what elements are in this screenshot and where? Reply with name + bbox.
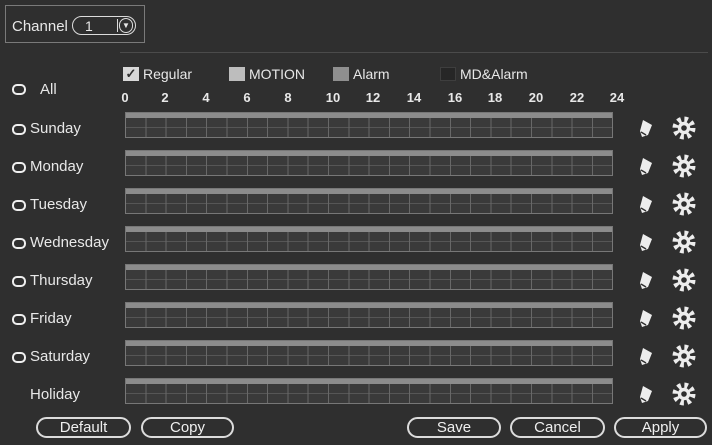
gear-icon[interactable] (672, 344, 696, 368)
day-label: Saturday (30, 348, 91, 365)
alarm-swatch (333, 67, 349, 81)
day-label: Thursday (30, 272, 93, 289)
hour-tick: 10 (325, 90, 341, 105)
hour-tick: 12 (365, 90, 381, 105)
pencil-icon[interactable] (638, 117, 656, 139)
pencil-icon[interactable] (638, 193, 656, 215)
day-label: Sunday (30, 120, 81, 137)
day-radio[interactable] (12, 200, 26, 211)
hour-tick: 6 (243, 90, 251, 105)
gear-icon[interactable] (672, 192, 696, 216)
hour-tick: 14 (406, 90, 422, 105)
pencil-icon[interactable] (638, 269, 656, 291)
gear-icon[interactable] (672, 230, 696, 254)
channel-label: Channel (12, 18, 68, 35)
schedule-timebar[interactable] (125, 340, 613, 366)
legend-md-alarm-label: MD&Alarm (460, 66, 528, 82)
schedule-timebar[interactable] (125, 302, 613, 328)
hour-tick: 18 (487, 90, 503, 105)
checkbox-checked-icon[interactable]: ✓ (123, 67, 139, 81)
save-button[interactable]: Save (407, 417, 501, 438)
day-label: Wednesday (30, 234, 109, 251)
schedule-timebar[interactable] (125, 150, 613, 176)
schedule-timebar[interactable] (125, 188, 613, 214)
pencil-icon[interactable] (638, 155, 656, 177)
pencil-icon[interactable] (638, 231, 656, 253)
day-label: Holiday (30, 386, 81, 403)
hour-tick: 24 (609, 90, 625, 105)
hour-tick: 22 (569, 90, 585, 105)
hour-tick: 8 (284, 90, 292, 105)
day-radio[interactable] (12, 238, 26, 249)
default-button[interactable]: Default (36, 417, 131, 438)
schedule-timebar[interactable] (125, 112, 613, 138)
copy-button[interactable]: Copy (141, 417, 234, 438)
hour-tick: 4 (202, 90, 210, 105)
pencil-icon[interactable] (638, 345, 656, 367)
channel-select[interactable]: 1 ▼ (72, 16, 136, 35)
cancel-button[interactable]: Cancel (510, 417, 605, 438)
md-alarm-swatch (440, 67, 456, 81)
hour-tick: 20 (528, 90, 544, 105)
hour-tick: 16 (447, 90, 463, 105)
pencil-icon[interactable] (638, 383, 656, 405)
pencil-icon[interactable] (638, 307, 656, 329)
channel-panel: Channel 1 ▼ (5, 5, 145, 43)
schedule-timebar[interactable] (125, 226, 613, 252)
schedule-timebar[interactable] (125, 378, 613, 404)
divider (120, 52, 708, 53)
channel-select-divider (117, 19, 118, 32)
gear-icon[interactable] (672, 306, 696, 330)
gear-icon[interactable] (672, 116, 696, 140)
day-radio[interactable] (12, 162, 26, 173)
day-label: Monday (30, 158, 84, 175)
schedule-timebar[interactable] (125, 264, 613, 290)
day-radio[interactable] (12, 276, 26, 287)
legend-regular-label: Regular (143, 66, 193, 82)
gear-icon[interactable] (672, 268, 696, 292)
channel-value: 1 (85, 18, 93, 34)
day-radio[interactable] (12, 124, 26, 135)
day-radio[interactable] (12, 352, 26, 363)
all-label: All (40, 81, 57, 98)
legend-alarm-label: Alarm (353, 66, 390, 82)
gear-icon[interactable] (672, 382, 696, 406)
legend-motion-label: MOTION (249, 66, 305, 82)
all-radio[interactable] (12, 84, 26, 95)
hour-tick: 0 (121, 90, 129, 105)
day-label: Tuesday (30, 196, 87, 213)
day-radio[interactable] (12, 314, 26, 325)
gear-icon[interactable] (672, 154, 696, 178)
hour-tick: 2 (161, 90, 169, 105)
motion-swatch (229, 67, 245, 81)
apply-button[interactable]: Apply (614, 417, 707, 438)
chevron-down-icon[interactable]: ▼ (119, 18, 133, 33)
day-label: Friday (30, 310, 72, 327)
